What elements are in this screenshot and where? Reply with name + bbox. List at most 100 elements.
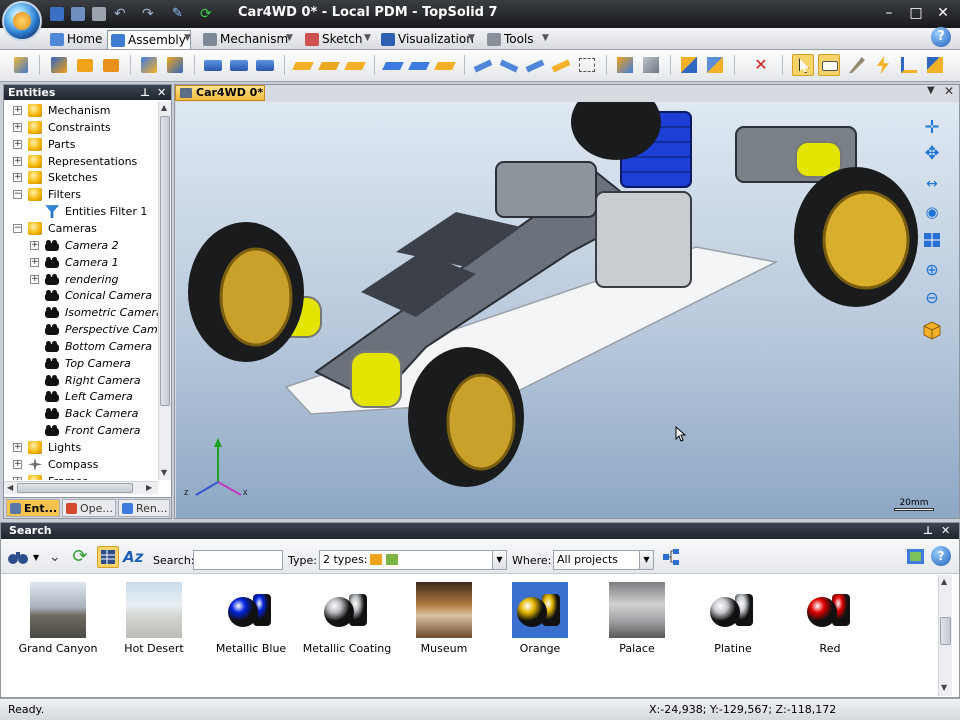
undo-icon[interactable]: ↶ xyxy=(114,7,128,21)
tree-item[interactable]: Front Camera xyxy=(4,422,158,439)
pin-icon[interactable]: ⊥ xyxy=(140,85,150,100)
type-select[interactable]: 2 types: ▼ xyxy=(319,550,507,570)
measure-3-icon[interactable] xyxy=(524,54,546,76)
include-part-icon[interactable] xyxy=(48,54,70,76)
tree-item[interactable]: Bottom Camera xyxy=(4,338,158,355)
topsolid-logo-icon[interactable] xyxy=(2,1,42,41)
where-select[interactable]: All projects ▼ xyxy=(553,550,654,570)
grid-view-icon[interactable] xyxy=(97,546,119,568)
close-button[interactable]: ✕ xyxy=(934,5,952,21)
repetition-1-icon[interactable] xyxy=(382,54,404,76)
tree-vertical-scrollbar[interactable]: ▲ ▼ xyxy=(158,102,171,480)
document-tab[interactable]: Car4WD 0* xyxy=(175,85,265,101)
collapse-icon[interactable]: − xyxy=(13,223,22,233)
search-help-icon[interactable]: ? xyxy=(931,546,953,568)
search-result-item[interactable]: Platine xyxy=(688,582,778,662)
tree-item[interactable]: + Camera 2 xyxy=(4,237,158,254)
split-view-icon[interactable] xyxy=(922,230,942,250)
tree-item[interactable]: + Lights xyxy=(4,439,158,456)
document-menu-icon[interactable]: ▼ xyxy=(927,85,935,96)
constraint-2-icon[interactable] xyxy=(228,54,250,76)
redo-icon[interactable]: ↷ xyxy=(142,7,156,21)
binoculars-dropdown-icon[interactable]: ▼ xyxy=(33,553,39,562)
scroll-left-icon[interactable]: ◀ xyxy=(7,483,13,492)
search-close-icon[interactable]: ✕ xyxy=(941,523,950,538)
maximize-button[interactable]: □ xyxy=(907,5,925,21)
pen-icon[interactable]: ✎ xyxy=(172,7,186,21)
hscroll-thumb[interactable] xyxy=(17,483,133,493)
car-model-render[interactable]: z x xyxy=(176,102,959,518)
scroll-right-icon[interactable]: ▶ xyxy=(146,483,152,492)
tab-entities[interactable]: Ent... xyxy=(6,499,60,517)
search-result-item[interactable]: Museum xyxy=(399,582,489,662)
expand-icon[interactable]: + xyxy=(13,476,22,480)
select-filter-icon[interactable] xyxy=(818,54,840,76)
folder-icon[interactable] xyxy=(100,54,122,76)
coordinate-tool-icon[interactable] xyxy=(924,54,946,76)
constraint-1-icon[interactable] xyxy=(202,54,224,76)
tree-item[interactable]: + Sketches xyxy=(4,169,158,186)
section-icon[interactable] xyxy=(576,54,598,76)
measure-1-icon[interactable] xyxy=(472,54,494,76)
expand-icon[interactable]: + xyxy=(13,173,22,183)
document-close-icon[interactable]: ✕ xyxy=(944,84,954,98)
zoom-in-icon[interactable]: ⊕ xyxy=(922,260,942,280)
measure-4-icon[interactable] xyxy=(550,54,572,76)
print-icon[interactable] xyxy=(92,7,106,21)
plane-constraint-icon[interactable] xyxy=(292,54,314,76)
tree-item[interactable]: Conical Camera xyxy=(4,287,158,304)
tab-rendering[interactable]: Ren... xyxy=(118,499,170,517)
tree-item[interactable]: Isometric Camera xyxy=(4,304,158,321)
tree-item[interactable]: Right Camera xyxy=(4,372,158,389)
assembly-dropdown-icon[interactable]: ▼ xyxy=(184,34,195,43)
lightning-icon[interactable] xyxy=(872,54,894,76)
mechanism-dropdown-icon[interactable]: ▼ xyxy=(286,34,297,43)
sketch-dropdown-icon[interactable]: ▼ xyxy=(364,34,375,43)
tree-item[interactable]: + Parts xyxy=(4,136,158,153)
help-icon[interactable]: ? xyxy=(931,27,951,47)
search-result-item[interactable]: Metallic Coating xyxy=(302,582,392,662)
orbit-view-icon[interactable]: ◉ xyxy=(922,202,942,222)
save-all-icon[interactable] xyxy=(71,7,85,21)
explode-icon[interactable] xyxy=(614,54,636,76)
tree-item[interactable]: − Cameras xyxy=(4,220,158,237)
tab-mechanism[interactable]: Mechanism xyxy=(200,30,292,49)
magic-wand-icon[interactable] xyxy=(846,54,868,76)
brush-tool-icon[interactable] xyxy=(10,54,32,76)
tab-sketch[interactable]: Sketch xyxy=(302,30,366,49)
hierarchy-icon[interactable] xyxy=(661,547,683,569)
expand-icon[interactable]: + xyxy=(13,122,22,132)
tree-item[interactable]: Top Camera xyxy=(4,355,158,372)
exploded-view-icon[interactable] xyxy=(640,54,662,76)
results-scroll-down-icon[interactable]: ▼ xyxy=(941,683,947,692)
zoom-extents-icon[interactable]: ✛ xyxy=(922,118,942,138)
constraint-3-icon[interactable] xyxy=(254,54,276,76)
refresh-icon[interactable]: ⟳ xyxy=(200,7,214,21)
expand-icon[interactable]: + xyxy=(13,156,22,166)
measure-2-icon[interactable] xyxy=(498,54,520,76)
3d-viewport[interactable]: z x 20mm ✛ ✥ ↔ ◉ ⊕ ⊖ xyxy=(176,102,959,518)
type-dropdown-icon[interactable]: ▼ xyxy=(492,551,506,569)
open-folder-icon[interactable] xyxy=(74,54,96,76)
sort-az-icon[interactable]: Az xyxy=(123,546,145,568)
expand-icon[interactable]: + xyxy=(13,106,22,115)
pan-view-icon[interactable]: ↔ xyxy=(922,174,942,194)
search-result-item[interactable]: Palace xyxy=(592,582,682,662)
search-pin-icon[interactable]: ⊥ xyxy=(923,523,933,538)
tree-item[interactable]: + Compass xyxy=(4,456,158,473)
panel-close-icon[interactable]: ✕ xyxy=(157,85,166,100)
repetition-3-icon[interactable] xyxy=(434,54,456,76)
expand-icon[interactable]: + xyxy=(30,257,39,267)
tree-item[interactable]: + rendering xyxy=(4,271,158,288)
axis-constraint-icon[interactable] xyxy=(318,54,340,76)
results-scroll-up-icon[interactable]: ▲ xyxy=(941,577,947,586)
tree-item[interactable]: + Representations xyxy=(4,153,158,170)
collapse-icon[interactable]: − xyxy=(13,190,22,200)
tree-item[interactable]: Entities Filter 1 xyxy=(4,203,158,220)
search-result-item[interactable]: Red xyxy=(785,582,875,662)
preview-icon[interactable] xyxy=(905,546,927,568)
tab-assembly[interactable]: Assembly xyxy=(107,30,191,49)
tab-home[interactable]: Home xyxy=(47,30,106,49)
expand-icon[interactable]: + xyxy=(30,274,39,284)
tree-item[interactable]: + Camera 1 xyxy=(4,254,158,271)
